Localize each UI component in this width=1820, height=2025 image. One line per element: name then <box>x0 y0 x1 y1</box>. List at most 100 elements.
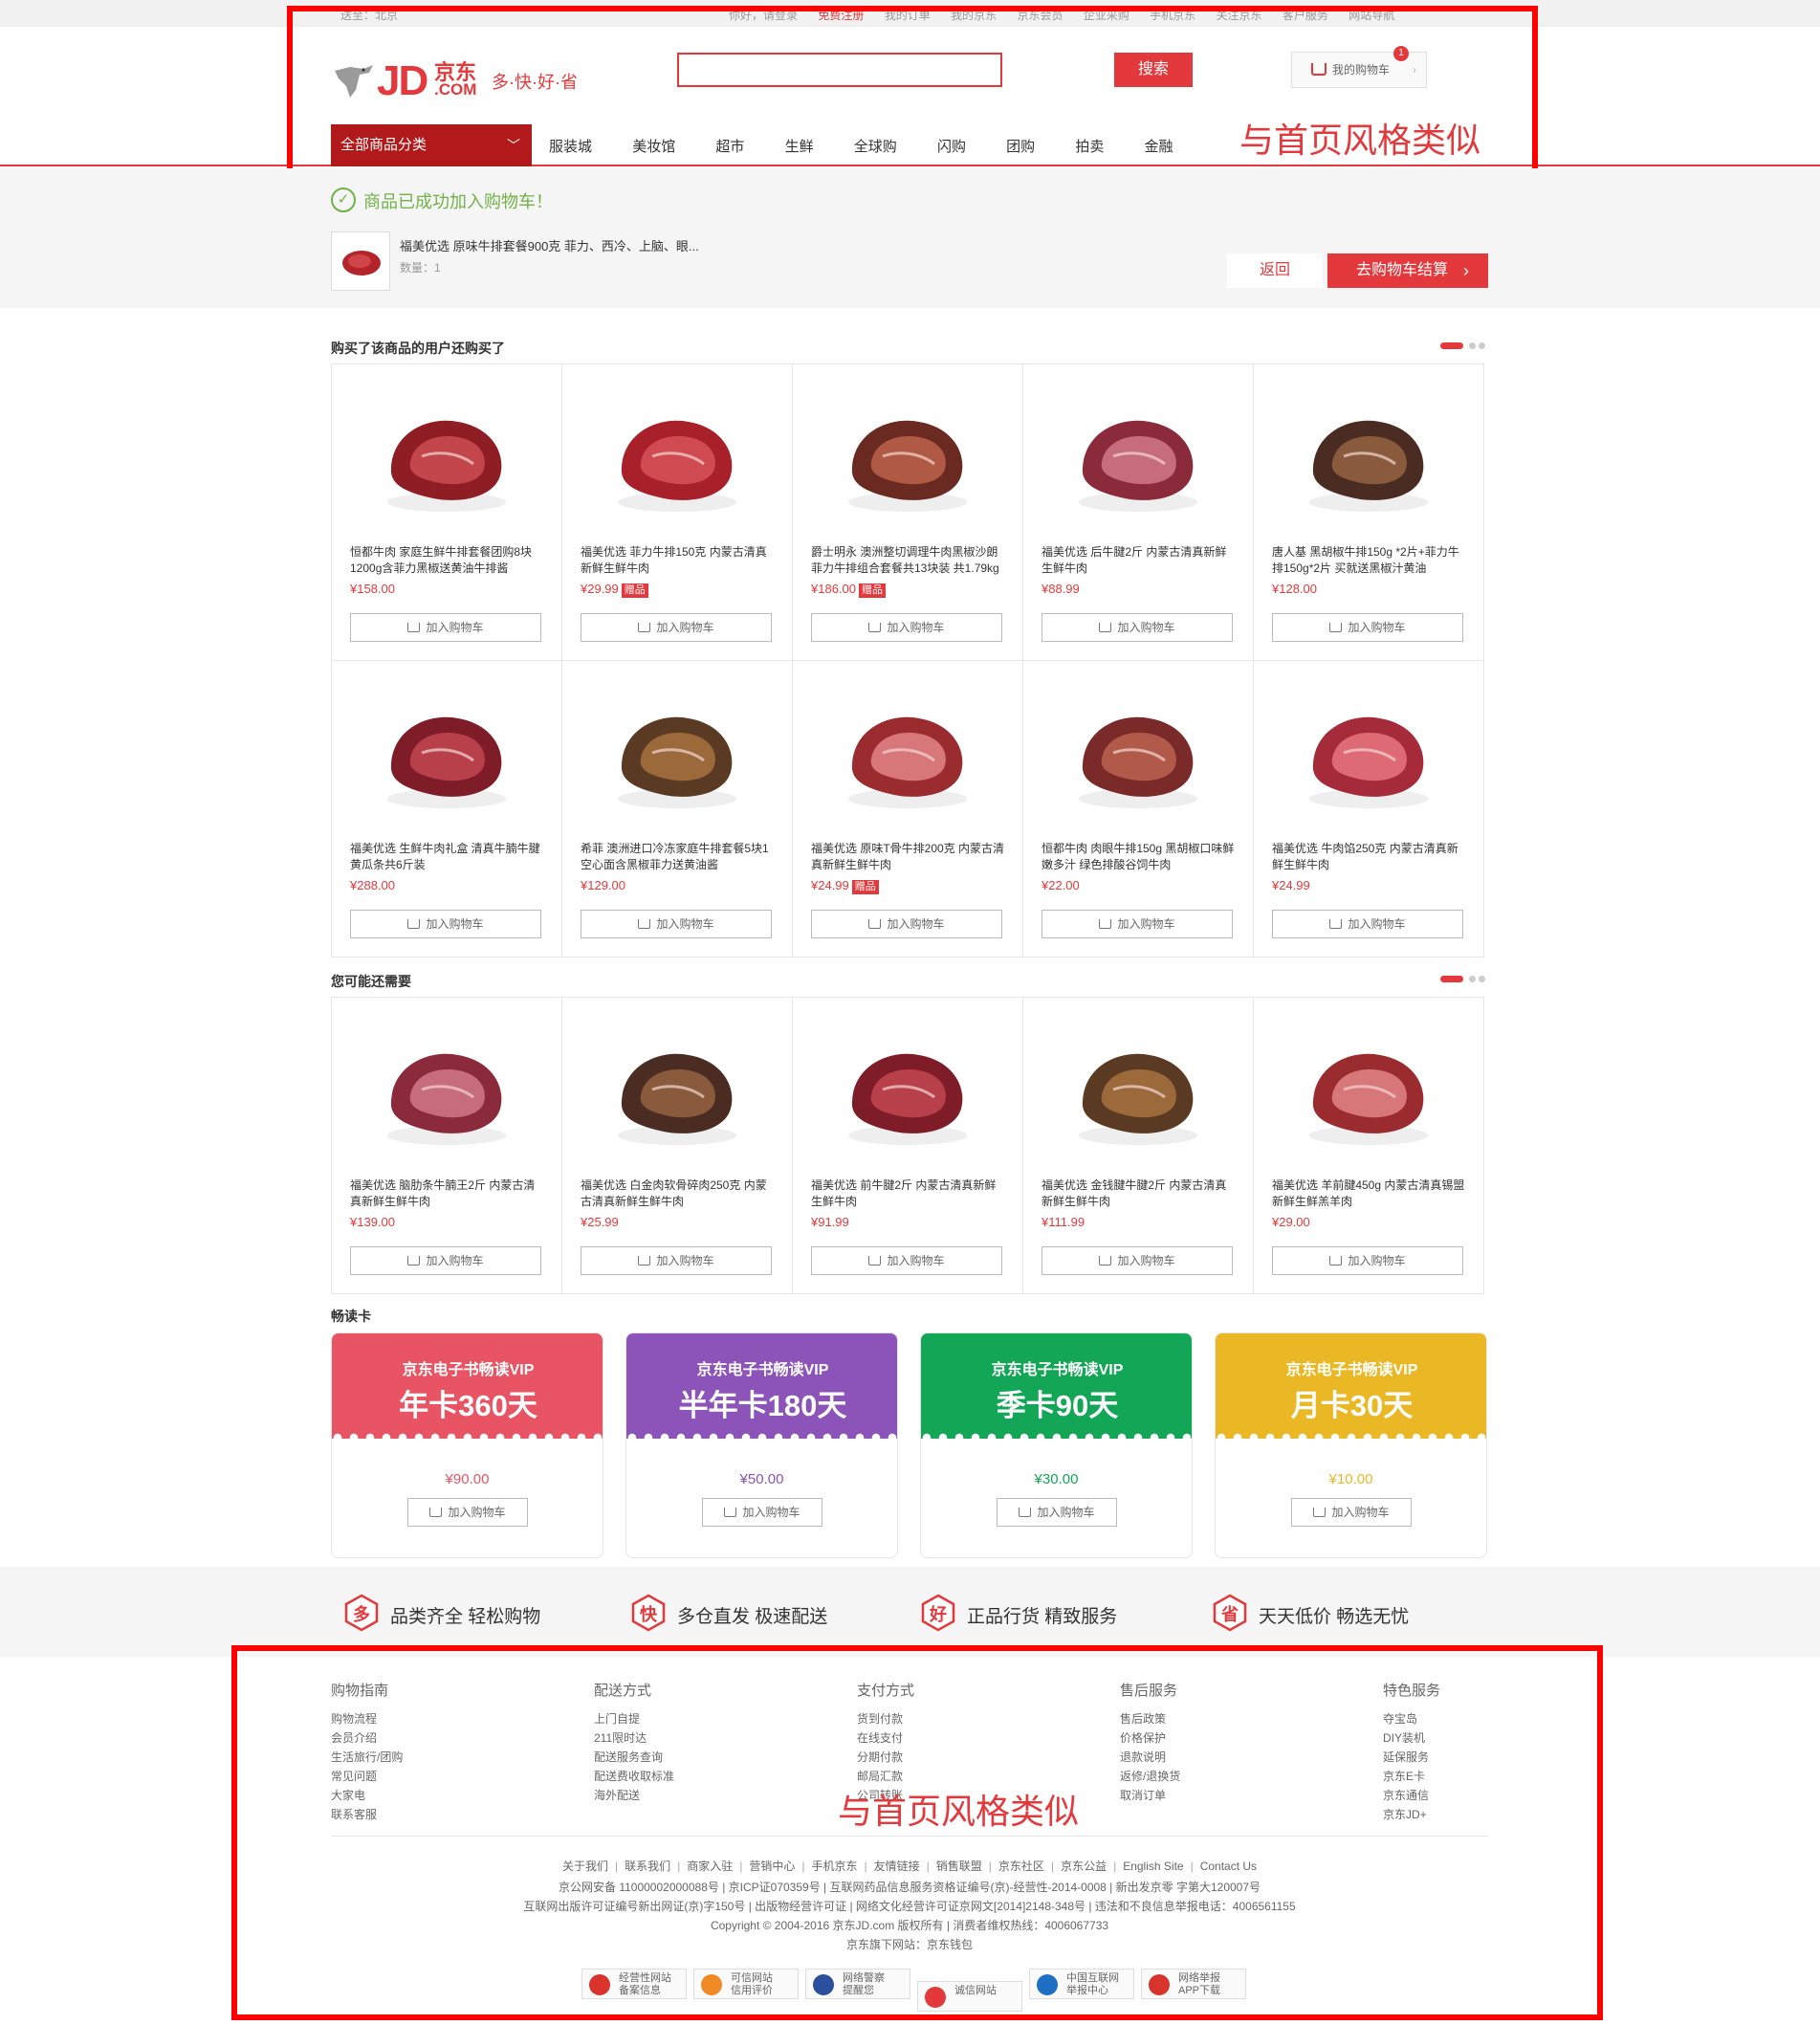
hexagon-icon: 好 <box>919 1594 957 1632</box>
reading-card[interactable]: 京东电子书畅读VIP 半年卡180天 ¥50.00 加入购物车 <box>625 1332 898 1558</box>
added-product-name[interactable]: 福美优选 原味牛排套餐900克 菲力、西冷、上脑、眼... <box>400 236 699 254</box>
product-image[interactable] <box>601 1013 754 1166</box>
add-to-cart-button[interactable]: 加入购物车 <box>1042 1246 1233 1275</box>
product-name[interactable]: 福美优选 脑肋条牛腩王2斤 内蒙古清真新鲜生鲜牛肉 <box>350 1178 545 1210</box>
product-image[interactable] <box>1062 380 1215 533</box>
reading-card[interactable]: 京东电子书畅读VIP 季卡90天 ¥30.00 加入购物车 <box>920 1332 1193 1558</box>
product-price: ¥128.00 <box>1272 582 1317 596</box>
header-annotation-box <box>287 6 1538 178</box>
maybe-need-grid: 福美优选 脑肋条牛腩王2斤 内蒙古清真新鲜生鲜牛肉 ¥139.00 加入购物车 福美优… <box>331 997 1484 1294</box>
price-value: ¥88.99 <box>1042 582 1080 596</box>
product-image[interactable] <box>370 1013 523 1166</box>
add-to-cart-button[interactable]: 加入购物车 <box>407 1498 528 1527</box>
reading-card-header: 京东电子书畅读VIP 半年卡180天 <box>626 1333 897 1439</box>
add-to-cart-button[interactable]: 加入购物车 <box>581 613 772 642</box>
reading-card[interactable]: 京东电子书畅读VIP 月卡30天 ¥10.00 加入购物车 <box>1215 1332 1487 1558</box>
checkout-button[interactable]: 去购物车结算 › <box>1327 253 1488 288</box>
price-value: ¥186.00 <box>811 582 856 596</box>
add-to-cart-button[interactable]: 加入购物车 <box>1042 613 1233 642</box>
product-image[interactable] <box>1292 1013 1445 1166</box>
add-to-cart-button[interactable]: 加入购物车 <box>350 910 541 938</box>
reading-card-header: 京东电子书畅读VIP 季卡90天 <box>921 1333 1192 1439</box>
add-to-cart-label: 加入购物车 <box>656 621 714 634</box>
product-name[interactable]: 福美优选 白金肉软骨碎肉250克 内蒙古清真新鲜生鲜牛肉 <box>581 1178 776 1210</box>
product-name[interactable]: 福美优选 牛肉馅250克 内蒙古清真新鲜生鲜牛肉 <box>1272 841 1467 873</box>
product-name[interactable]: 唐人基 黑胡椒牛排150g *2片+菲力牛排150g*2片 买就送黑椒汁黄油 <box>1272 544 1467 577</box>
add-success-panel: ✓ 商品已成功加入购物车！ 福美优选 原味牛排套餐900克 菲力、西冷、上脑、眼… <box>0 168 1820 308</box>
cart-icon <box>1099 623 1112 632</box>
product-image[interactable] <box>601 380 754 533</box>
add-to-cart-button[interactable]: 加入购物车 <box>702 1498 822 1527</box>
product-card: 福美优选 菲力牛排150克 内蒙古清真新鲜生鲜牛肉 ¥29.99 赠品加入购物车 <box>562 364 793 661</box>
product-card: 唐人基 黑胡椒牛排150g *2片+菲力牛排150g*2片 买就送黑椒汁黄油 ¥1… <box>1254 364 1484 661</box>
check-circle-icon: ✓ <box>331 187 356 212</box>
product-name[interactable]: 福美优选 金钱腱牛腱2斤 内蒙古清真新鲜生鲜牛肉 <box>1042 1178 1237 1210</box>
product-name[interactable]: 福美优选 前牛腱2斤 内蒙古清真新鲜生鲜牛肉 <box>811 1178 1006 1210</box>
price-value: ¥24.99 <box>811 878 849 892</box>
add-to-cart-button[interactable]: 加入购物车 <box>350 613 541 642</box>
product-image[interactable] <box>1292 676 1445 829</box>
add-to-cart-button[interactable]: 加入购物车 <box>997 1498 1117 1527</box>
add-to-cart-button[interactable]: 加入购物车 <box>1272 910 1463 938</box>
cart-icon <box>1019 1508 1032 1517</box>
product-name[interactable]: 爵士明永 澳洲整切调理牛肉黑椒沙朗菲力牛排组合套餐共13块装 共1.79kg <box>811 544 1006 577</box>
product-image[interactable] <box>831 380 984 533</box>
product-name[interactable]: 福美优选 羊前腱450g 内蒙古清真锡盟新鲜生鲜羔羊肉 <box>1272 1178 1467 1210</box>
product-name[interactable]: 恒都牛肉 家庭生鲜牛排套餐团购8块1200g含菲力黑椒送黄油牛排酱 <box>350 544 545 577</box>
product-name[interactable]: 恒都牛肉 肉眼牛排150g 黑胡椒口味鲜嫩多汁 绿色排酸谷饲牛肉 <box>1042 841 1237 873</box>
add-to-cart-button[interactable]: 加入购物车 <box>1272 1246 1463 1275</box>
cart-icon <box>868 623 882 632</box>
service-text: 多仓直发 极速配送 <box>677 1607 828 1627</box>
product-image[interactable] <box>1062 676 1215 829</box>
cart-icon <box>724 1508 737 1517</box>
cart-icon <box>407 623 421 632</box>
cart-icon <box>1329 919 1343 929</box>
product-name[interactable]: 福美优选 菲力牛排150克 内蒙古清真新鲜生鲜牛肉 <box>581 544 776 577</box>
product-card: 福美优选 金钱腱牛腱2斤 内蒙古清真新鲜生鲜牛肉 ¥111.99 加入购物车 <box>1023 998 1254 1294</box>
hexagon-icon: 多 <box>342 1594 381 1632</box>
also-bought-grid: 恒都牛肉 家庭生鲜牛排套餐团购8块1200g含菲力黑椒送黄油牛排酱 ¥158.00… <box>331 363 1484 957</box>
cart-icon <box>407 1256 421 1266</box>
add-to-cart-button[interactable]: 加入购物车 <box>581 910 772 938</box>
add-to-cart-label: 加入购物车 <box>426 1254 484 1267</box>
price-value: ¥158.00 <box>350 582 395 596</box>
product-image[interactable] <box>370 676 523 829</box>
product-name[interactable]: 福美优选 生鲜牛肉礼盒 清真牛腩牛腱黄瓜条共6斤装 <box>350 841 545 873</box>
add-to-cart-button[interactable]: 加入购物车 <box>811 613 1002 642</box>
product-card: 福美优选 白金肉软骨碎肉250克 内蒙古清真新鲜生鲜牛肉 ¥25.99 加入购物车 <box>562 998 793 1294</box>
add-to-cart-label: 加入购物车 <box>1117 621 1175 634</box>
add-to-cart-button[interactable]: 加入购物车 <box>811 1246 1002 1275</box>
product-price: ¥29.99 赠品 <box>581 582 648 598</box>
hexagon-icon: 快 <box>629 1594 668 1632</box>
product-image[interactable] <box>601 676 754 829</box>
product-image[interactable] <box>370 380 523 533</box>
product-image[interactable] <box>1062 1013 1215 1166</box>
carousel-dots[interactable] <box>1440 976 1488 983</box>
service-glyph: 好 <box>930 1605 947 1624</box>
carousel-dots[interactable] <box>1440 342 1488 350</box>
product-image[interactable] <box>831 1013 984 1166</box>
product-price: ¥22.00 <box>1042 878 1080 892</box>
reading-card[interactable]: 京东电子书畅读VIP 年卡360天 ¥90.00 加入购物车 <box>331 1332 603 1558</box>
product-name[interactable]: 希菲 澳洲进口冷冻家庭牛排套餐5块1空心面含黑椒菲力送黄油酱 <box>581 841 776 873</box>
price-value: ¥128.00 <box>1272 582 1317 596</box>
back-button[interactable]: 返回 <box>1227 253 1323 288</box>
add-to-cart-button[interactable]: 加入购物车 <box>581 1246 772 1275</box>
added-product-quantity: 数量：1 <box>400 261 441 275</box>
add-to-cart-button[interactable]: 加入购物车 <box>350 1246 541 1275</box>
product-price: ¥25.99 <box>581 1215 619 1229</box>
add-to-cart-button[interactable]: 加入购物车 <box>811 910 1002 938</box>
add-to-cart-button[interactable]: 加入购物车 <box>1272 613 1463 642</box>
add-to-cart-button[interactable]: 加入购物车 <box>1291 1498 1412 1527</box>
price-value: ¥129.00 <box>581 878 625 892</box>
product-name[interactable]: 福美优选 原味T骨牛排200克 内蒙古清真新鲜生鲜牛肉 <box>811 841 1006 873</box>
added-product-thumbnail[interactable] <box>331 231 390 291</box>
reading-card-header: 京东电子书畅读VIP 年卡360天 <box>332 1333 603 1439</box>
product-card: 福美优选 原味T骨牛排200克 内蒙古清真新鲜生鲜牛肉 ¥24.99 赠品 加入购物车 <box>793 661 1023 957</box>
product-image[interactable] <box>831 676 984 829</box>
product-name[interactable]: 福美优选 后牛腱2斤 内蒙古清真新鲜生鲜牛肉 <box>1042 544 1237 577</box>
add-to-cart-label: 加入购物车 <box>887 621 945 634</box>
product-card: 恒都牛肉 肉眼牛排150g 黑胡椒口味鲜嫩多汁 绿色排酸谷饲牛肉 ¥22.00 加入… <box>1023 661 1254 957</box>
product-image[interactable] <box>1292 380 1445 533</box>
add-to-cart-button[interactable]: 加入购物车 <box>1042 910 1233 938</box>
